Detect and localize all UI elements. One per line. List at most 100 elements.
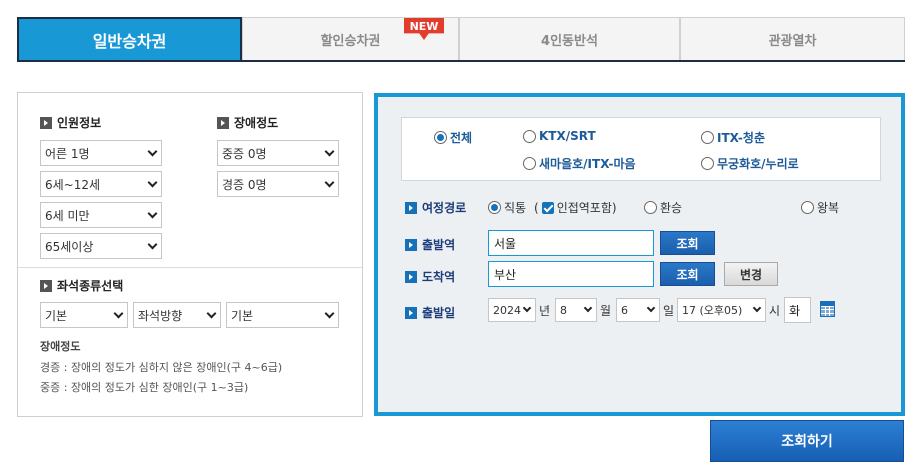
swap-stations-button[interactable]: 변경 xyxy=(724,262,778,286)
option-label: 환승 xyxy=(660,201,683,215)
disability-title: 장애정도 xyxy=(217,114,278,131)
chevron-down-icon xyxy=(583,303,593,313)
label-text: 도착역 xyxy=(422,270,456,284)
train-type-itx-cheongchun[interactable]: ITX-청춘 xyxy=(701,129,765,146)
passenger-info-title: 인원정보 xyxy=(40,114,101,131)
chevron-down-icon xyxy=(324,308,335,318)
tab-four-person-seat[interactable]: 4인동반석 xyxy=(459,17,680,60)
month-unit: 월 xyxy=(600,304,612,318)
radio-icon xyxy=(523,129,536,143)
radio-checked-icon xyxy=(434,131,447,144)
child-select[interactable]: 6세~12세 xyxy=(40,171,162,197)
tab-tour-train[interactable]: 관광열차 xyxy=(680,17,905,60)
select-value: 기본 xyxy=(231,308,254,323)
train-type-box: 전체 KTX/SRT ITX-청춘 새마을호/ITX-마음 무궁화호/누리로 xyxy=(401,117,881,181)
arrow-bullet-icon xyxy=(405,238,417,251)
radio-icon xyxy=(801,201,814,214)
seat-position-select[interactable]: 기본 xyxy=(226,302,339,328)
train-type-ktx[interactable]: KTX/SRT xyxy=(523,129,596,143)
option-label: ( xyxy=(534,200,539,215)
search-ticket-button[interactable]: 조회하기 xyxy=(710,420,904,462)
departure-input[interactable]: 서울 xyxy=(488,230,654,256)
radio-checked-icon xyxy=(488,201,501,214)
section-title-text: 인원정보 xyxy=(57,116,102,130)
select-value: 8 xyxy=(560,303,567,317)
severe-disability-select[interactable]: 중증 0명 xyxy=(217,140,339,166)
chevron-down-icon xyxy=(646,303,656,313)
arrival-input[interactable]: 부산 xyxy=(488,261,654,287)
label-text: 출발일 xyxy=(422,306,456,320)
day-select[interactable]: 6 xyxy=(616,298,660,322)
passenger-panel: 인원정보 어른 1명 6세~12세 6세 미만 65세이상 장애정도 중증 0명… xyxy=(17,92,363,417)
seat-type-title: 좌석종류선택 xyxy=(40,277,123,294)
tab-regular-ticket[interactable]: 일반승차권 xyxy=(17,17,242,60)
label-text: 여정경로 xyxy=(422,201,467,215)
option-label: 왕복 xyxy=(817,201,840,215)
tab-label: 일반승차권 xyxy=(92,31,167,51)
journey-panel: 전체 KTX/SRT ITX-청춘 새마을호/ITX-마음 무궁화호/누리로 여… xyxy=(374,93,905,416)
select-value: 6 xyxy=(621,303,628,317)
option-label: KTX/SRT xyxy=(539,129,596,143)
infant-select[interactable]: 6세 미만 xyxy=(40,202,162,228)
chevron-down-icon xyxy=(113,308,124,318)
option-label: 전체 xyxy=(450,131,473,145)
severe-disability-note: 중증 : 장애의 정도가 심한 장애인(구 1~3급) xyxy=(40,381,249,394)
senior-select[interactable]: 65세이상 xyxy=(40,233,162,259)
adult-select[interactable]: 어른 1명 xyxy=(40,140,162,166)
arrival-label: 도착역 xyxy=(405,268,455,285)
radio-icon xyxy=(523,157,536,170)
seat-type-select[interactable]: 기본 xyxy=(40,302,128,328)
chevron-down-icon xyxy=(206,308,217,318)
select-value: 어른 1명 xyxy=(45,146,90,161)
train-type-all[interactable]: 전체 xyxy=(434,129,472,146)
section-divider xyxy=(18,267,362,268)
arrow-bullet-icon xyxy=(40,279,52,292)
route-transfer[interactable]: 환승 xyxy=(644,199,682,216)
hour-select[interactable]: 17 (오후05) xyxy=(677,298,766,322)
nearby-station-checkbox[interactable]: ( 인접역포함) xyxy=(534,199,617,216)
date-label: 출발일 xyxy=(405,304,455,321)
train-type-saemaeul[interactable]: 새마을호/ITX-마음 xyxy=(523,155,636,172)
chevron-down-icon xyxy=(147,208,158,218)
year-unit: 년 xyxy=(539,304,551,318)
mild-disability-note: 경증 : 장애의 정도가 심하지 않은 장애인(구 4~6급) xyxy=(40,361,283,374)
select-value: 중증 0명 xyxy=(222,146,267,161)
departure-search-button[interactable]: 조회 xyxy=(660,231,715,255)
section-title-text: 좌석종류선택 xyxy=(57,279,124,293)
select-value: 기본 xyxy=(45,308,68,323)
chevron-down-icon xyxy=(147,177,158,187)
departure-label: 출발역 xyxy=(405,236,455,253)
arrival-search-button[interactable]: 조회 xyxy=(660,262,715,286)
route-direct[interactable]: 직통 xyxy=(488,199,526,216)
select-value: 좌석방향 xyxy=(138,308,183,323)
select-value: 65세이상 xyxy=(45,239,94,254)
day-unit: 일 xyxy=(663,304,675,318)
select-value: 경증 0명 xyxy=(222,177,267,192)
checkbox-checked-icon xyxy=(541,201,554,214)
arrow-bullet-icon xyxy=(405,270,417,283)
arrow-bullet-icon xyxy=(40,116,52,129)
option-label: 인접역포함) xyxy=(556,201,617,215)
arrow-bullet-icon xyxy=(405,306,417,319)
month-select[interactable]: 8 xyxy=(555,298,597,322)
calendar-icon[interactable] xyxy=(820,301,835,317)
disability-note-title: 장애정도 xyxy=(40,340,81,353)
select-value: 6세~12세 xyxy=(45,177,101,192)
option-label: 무궁화호/누리로 xyxy=(717,157,799,171)
tab-label: 할인승차권 xyxy=(320,33,381,49)
select-value: 17 (오후05) xyxy=(682,304,743,317)
chevron-down-icon xyxy=(147,239,158,249)
train-type-mugunghwa[interactable]: 무궁화호/누리로 xyxy=(701,155,799,172)
seat-direction-select[interactable]: 좌석방향 xyxy=(133,302,221,328)
select-value: 6세 미만 xyxy=(45,208,90,223)
radio-icon xyxy=(701,157,714,170)
section-title-text: 장애정도 xyxy=(234,116,279,130)
route-roundtrip[interactable]: 왕복 xyxy=(801,199,839,216)
route-label: 여정경로 xyxy=(405,199,466,216)
mild-disability-select[interactable]: 경증 0명 xyxy=(217,171,339,197)
hour-unit: 시 xyxy=(769,304,781,318)
year-select[interactable]: 2024 xyxy=(488,298,536,322)
label-text: 출발역 xyxy=(422,238,456,252)
option-label: 직통 xyxy=(504,201,527,215)
arrow-bullet-icon xyxy=(405,201,417,214)
